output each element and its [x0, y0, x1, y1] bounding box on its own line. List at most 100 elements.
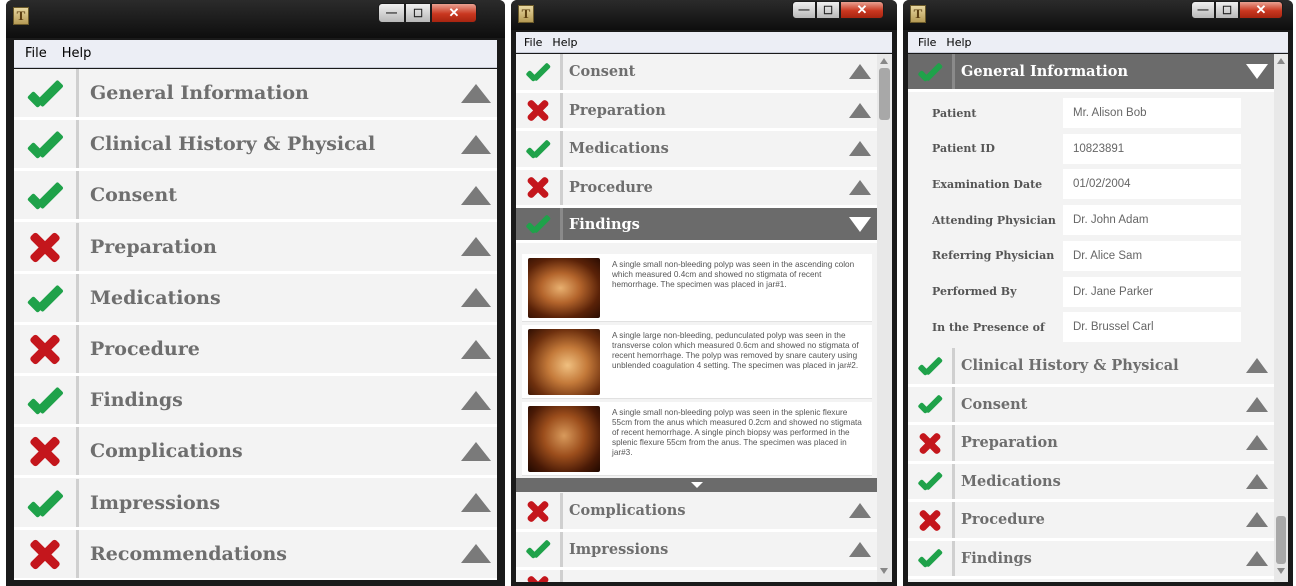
- title-bar[interactable]: T — ☐ ✕: [511, 0, 897, 30]
- vertical-scrollbar[interactable]: [1274, 54, 1288, 582]
- section-findings[interactable]: Findings: [908, 540, 1274, 579]
- expand-arrow-icon[interactable]: [1244, 348, 1270, 384]
- expand-arrow-icon[interactable]: [459, 376, 493, 424]
- expand-arrow-icon[interactable]: [1244, 387, 1270, 423]
- collapse-arrow-icon[interactable]: [847, 208, 873, 240]
- maximize-button[interactable]: ☐: [1215, 1, 1239, 19]
- expand-arrow-icon[interactable]: [1244, 464, 1270, 500]
- section-general-information[interactable]: General Information: [908, 54, 1274, 92]
- close-button[interactable]: ✕: [1239, 1, 1283, 19]
- menu-file[interactable]: File: [524, 36, 542, 49]
- minimize-button[interactable]: —: [1191, 1, 1215, 19]
- maximize-button[interactable]: ☐: [816, 1, 840, 19]
- title-bar[interactable]: T — ☐ ✕: [6, 0, 505, 38]
- field-value[interactable]: 01/02/2004: [1063, 169, 1241, 200]
- section-procedure[interactable]: Procedure: [908, 502, 1274, 541]
- status-indicator: [14, 530, 76, 578]
- status-indicator: [516, 93, 560, 129]
- section-consent[interactable]: Consent: [14, 171, 497, 223]
- status-indicator: [516, 532, 560, 568]
- section-preparation[interactable]: Preparation: [908, 425, 1274, 464]
- expand-arrow-icon[interactable]: [847, 93, 873, 129]
- section-findings[interactable]: Findings: [516, 208, 877, 243]
- section-preparation[interactable]: Preparation: [516, 92, 877, 131]
- triangle-down-icon: [1246, 64, 1268, 79]
- expand-arrow-icon[interactable]: [459, 223, 493, 271]
- close-button[interactable]: ✕: [431, 3, 477, 23]
- triangle-up-icon: [461, 237, 491, 257]
- minimize-button[interactable]: —: [378, 3, 405, 23]
- expand-arrow-icon[interactable]: [847, 131, 873, 167]
- expand-arrow-icon[interactable]: [459, 427, 493, 475]
- section-procedure[interactable]: Procedure: [516, 169, 877, 208]
- title-bar[interactable]: T — ☐ ✕: [903, 0, 1293, 30]
- expand-arrow-icon[interactable]: [459, 69, 493, 117]
- menu-file[interactable]: File: [25, 46, 47, 61]
- expand-arrow-icon[interactable]: [459, 530, 493, 578]
- expand-arrow-icon[interactable]: [459, 274, 493, 322]
- scroll-thumb[interactable]: [1276, 516, 1286, 564]
- section-recommendations[interactable]: Recommendations: [14, 529, 497, 580]
- field-attending-physician: Attending Physician Dr. John Adam: [908, 205, 1274, 236]
- section-clinical-history-physical[interactable]: Clinical History & Physical: [908, 348, 1274, 387]
- vertical-scrollbar[interactable]: [877, 54, 892, 582]
- section-findings[interactable]: Findings: [14, 376, 497, 428]
- expand-arrow-icon[interactable]: [847, 532, 873, 568]
- section-clinical-history-physical[interactable]: Clinical History & Physical: [14, 120, 497, 172]
- field-value[interactable]: Dr. Brussel Carl: [1063, 312, 1241, 343]
- field-value[interactable]: Dr. John Adam: [1063, 205, 1241, 236]
- collapse-arrow-icon[interactable]: [1244, 54, 1270, 89]
- section-label: Complications: [90, 440, 243, 463]
- section-medications[interactable]: Medications: [14, 273, 497, 325]
- expand-arrow-icon[interactable]: [1244, 425, 1270, 461]
- expand-arrow-icon[interactable]: [459, 325, 493, 373]
- section-consent[interactable]: Consent: [516, 54, 877, 93]
- menu-help[interactable]: Help: [62, 46, 92, 61]
- triangle-up-icon: [849, 541, 871, 557]
- section-complications[interactable]: Complications: [14, 427, 497, 479]
- expand-arrow-icon[interactable]: [459, 479, 493, 527]
- maximize-button[interactable]: ☐: [405, 3, 431, 23]
- scroll-up-arrow[interactable]: [1277, 58, 1285, 64]
- finding-item[interactable]: A single small non-bleeding polyp was se…: [522, 402, 872, 476]
- expand-arrow-icon[interactable]: [847, 54, 873, 90]
- expand-arrow-icon[interactable]: [459, 171, 493, 219]
- menu-help[interactable]: Help: [946, 36, 971, 49]
- finding-item[interactable]: A single large non-bleeding, pedunculate…: [522, 325, 872, 399]
- scroll-down-arrow[interactable]: [880, 568, 888, 574]
- expand-arrow-icon[interactable]: [847, 493, 873, 529]
- expand-arrow-icon[interactable]: [1244, 502, 1270, 538]
- section-impressions[interactable]: Impressions: [14, 478, 497, 530]
- check-icon: [525, 136, 551, 162]
- field-value[interactable]: Mr. Alison Bob: [1063, 98, 1241, 128]
- scroll-thumb[interactable]: [879, 68, 890, 120]
- endoscopy-image[interactable]: [528, 329, 600, 395]
- section-preparation[interactable]: Preparation: [14, 222, 497, 274]
- minimize-button[interactable]: —: [792, 1, 816, 19]
- section-medications[interactable]: Medications: [516, 131, 877, 170]
- status-indicator: [516, 170, 560, 206]
- section-general-information[interactable]: General Information: [14, 69, 497, 120]
- field-value[interactable]: Dr. Jane Parker: [1063, 276, 1241, 307]
- finding-item[interactable]: A single small non-bleeding polyp was se…: [522, 254, 872, 322]
- section-consent[interactable]: Consent: [908, 386, 1274, 425]
- section-label: Consent: [569, 63, 636, 81]
- section-impressions[interactable]: Impressions: [516, 531, 877, 570]
- close-button[interactable]: ✕: [840, 1, 884, 19]
- expand-arrow-icon[interactable]: [459, 120, 493, 168]
- field-value[interactable]: 10823891: [1063, 133, 1241, 164]
- menu-file[interactable]: File: [918, 36, 936, 49]
- scroll-up-arrow[interactable]: [880, 58, 888, 64]
- endoscopy-image[interactable]: [528, 258, 600, 318]
- section-complications[interactable]: Complications: [516, 493, 877, 532]
- findings-collapse-bar[interactable]: [516, 478, 877, 492]
- expand-arrow-icon[interactable]: [1244, 541, 1270, 577]
- scroll-down-arrow[interactable]: [1277, 568, 1285, 574]
- menu-help[interactable]: Help: [552, 36, 577, 49]
- endoscopy-image[interactable]: [528, 406, 600, 472]
- section-procedure[interactable]: Procedure: [14, 325, 497, 376]
- expand-arrow-icon[interactable]: [847, 170, 873, 206]
- field-value[interactable]: Dr. Alice Sam: [1063, 240, 1241, 271]
- check-icon: [917, 545, 943, 571]
- section-medications[interactable]: Medications: [908, 463, 1274, 502]
